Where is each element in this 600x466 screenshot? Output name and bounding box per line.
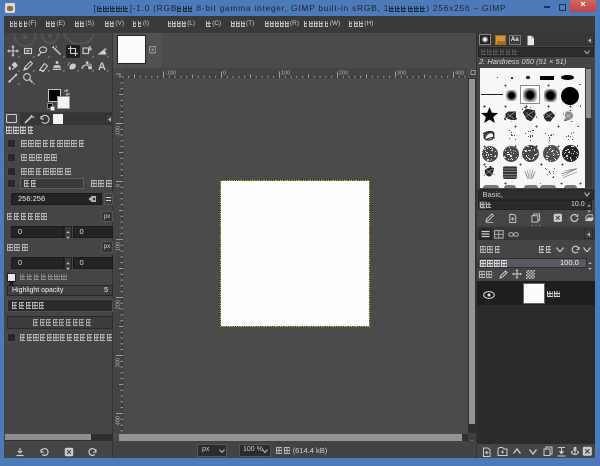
- svg-text:-100: -100: [165, 70, 176, 76]
- svg-text:0: 0: [223, 70, 226, 76]
- svg-text:400: 400: [116, 416, 122, 425]
- svg-text:300: 300: [397, 70, 406, 76]
- svg-text:300: 300: [116, 358, 122, 367]
- svg-text:200: 200: [116, 300, 122, 309]
- svg-text:100: 100: [116, 242, 122, 251]
- svg-text:A: A: [98, 61, 106, 72]
- svg-text:400: 400: [455, 70, 464, 76]
- svg-text:100: 100: [281, 70, 290, 76]
- svg-text:0: 0: [116, 184, 122, 187]
- svg-text:200: 200: [339, 70, 348, 76]
